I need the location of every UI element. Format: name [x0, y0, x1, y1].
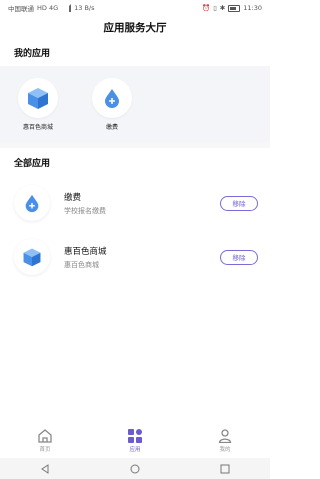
tab-label: 我的 [219, 447, 231, 453]
back-button[interactable] [30, 463, 60, 474]
my-app-tile-store[interactable]: 惠百色商城 [3, 78, 73, 131]
recents-button[interactable] [210, 464, 240, 474]
cube-store-icon [18, 78, 58, 118]
tab-label: 首页 [39, 447, 51, 453]
all-apps-title: 全部应用 [14, 159, 51, 169]
cube-store-icon [14, 239, 50, 275]
my-apps-title: 我的应用 [14, 49, 51, 59]
home-icon [15, 429, 75, 443]
recents-square-icon [220, 464, 230, 473]
app-description: 学校报名缴费 [64, 206, 106, 215]
payment-drop-icon [14, 185, 50, 221]
battery-icon [228, 4, 241, 12]
speed-label: 13 B/s [74, 4, 95, 12]
payment-drop-icon [92, 78, 132, 118]
remove-button[interactable]: 移除 [220, 249, 258, 265]
apps-grid-icon [105, 429, 165, 443]
app-name: 惠百色商城 [64, 246, 107, 257]
section-divider [0, 142, 270, 148]
tab-home[interactable]: 首页 [15, 429, 75, 453]
tab-apps[interactable]: 应用 [105, 429, 165, 453]
app-name: 缴费 [64, 192, 82, 203]
home-circle-icon [130, 464, 140, 473]
network-label: HD 4G [37, 4, 59, 12]
alarm-icon: ⏰ [202, 4, 211, 12]
bluetooth-icon: ✱ [219, 4, 226, 12]
my-app-tile-label: 惠百色商城 [22, 124, 53, 131]
status-bar: 中国联通 HD 4G 13 B/s ⏰ ▯ ✱ 11:30 [0, 0, 270, 16]
person-icon [195, 429, 255, 443]
home-button[interactable] [120, 464, 150, 474]
remove-button[interactable]: 移除 [220, 195, 258, 211]
list-item[interactable]: 缴费 学校报名缴费 移除 [14, 185, 258, 221]
my-app-tile-payment[interactable]: 缴费 [77, 78, 147, 131]
app-description: 惠百色商城 [64, 260, 99, 269]
bottom-tab-bar: 首页 应用 我的 [0, 424, 270, 458]
my-apps-panel: 惠百色商城 缴费 [0, 66, 270, 142]
vibrate-icon: ▯ [213, 4, 217, 12]
list-item[interactable]: 惠百色商城 惠百色商城 移除 [14, 239, 258, 275]
system-nav-bar [0, 458, 270, 479]
signal-icon [61, 4, 72, 12]
my-app-tile-label: 缴费 [105, 124, 118, 131]
carrier-label: 中国联通 [8, 5, 34, 13]
tab-profile[interactable]: 我的 [195, 429, 255, 453]
tab-label: 应用 [129, 447, 141, 453]
clock-label: 11:30 [243, 4, 262, 12]
page-title: 应用服务大厅 [103, 21, 167, 34]
back-triangle-icon [41, 463, 49, 474]
